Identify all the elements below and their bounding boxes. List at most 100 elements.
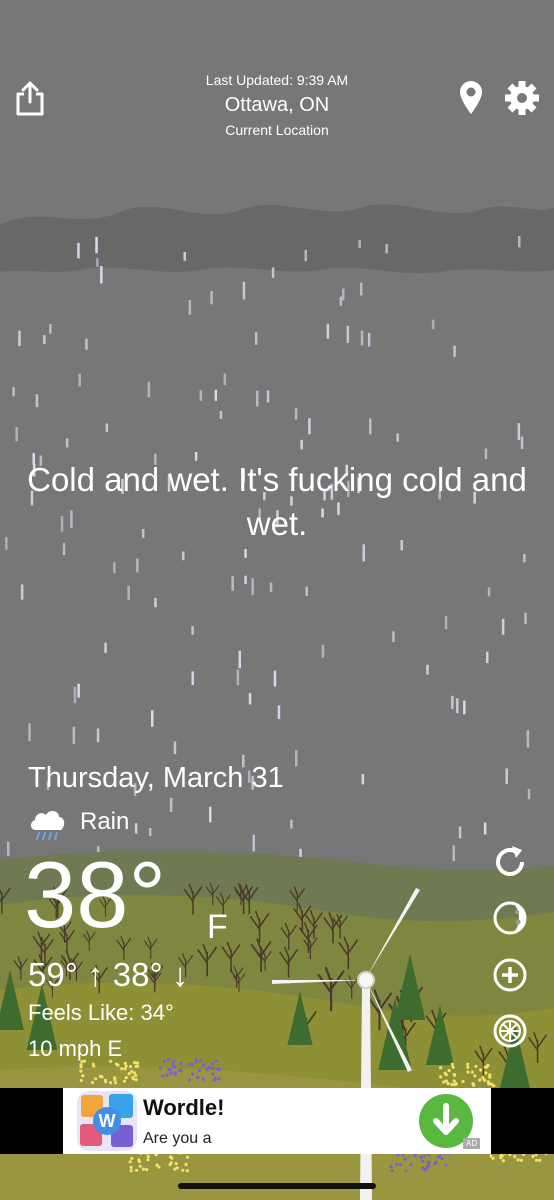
flower-dot [134, 1168, 139, 1172]
flower-dot [178, 1068, 182, 1072]
ad-subtitle: Are you a [143, 1130, 212, 1147]
flower-dot [135, 1061, 140, 1065]
flower-dot [198, 1058, 202, 1062]
rain-drop [15, 427, 18, 442]
rain-drop [151, 710, 154, 727]
flower-dot [217, 1067, 221, 1072]
rain-drop [271, 267, 275, 279]
flower-dot [167, 1058, 171, 1062]
rain-drop [28, 723, 31, 742]
flower-dot [452, 1073, 456, 1077]
rain-drop [223, 373, 227, 386]
flower-dot [395, 1162, 399, 1166]
rain-drop [358, 239, 361, 248]
date-label: Thursday, March 31 [28, 762, 284, 794]
rain-drop [219, 411, 223, 419]
flower-dot [141, 1167, 145, 1171]
rain-drop [360, 330, 364, 346]
flower-dot [184, 1162, 188, 1167]
rain-drop [273, 670, 277, 687]
flower-dot [489, 1154, 493, 1158]
temperature: 38° [24, 842, 167, 947]
refresh-icon[interactable] [492, 844, 528, 880]
rain-drop [182, 551, 185, 561]
rain-drop [463, 700, 466, 715]
temperature-unit[interactable]: F [207, 908, 228, 947]
rain-drop [444, 615, 448, 630]
flower-dot [214, 1059, 218, 1063]
wordle-app-icon: W [77, 1091, 137, 1151]
flower-dot [425, 1166, 429, 1170]
rain-drop [518, 236, 521, 248]
flower-dot [129, 1064, 133, 1069]
rain-drop [191, 625, 194, 635]
rain-drop [85, 338, 88, 350]
flower-dot [389, 1164, 393, 1169]
rain-drop [72, 726, 76, 744]
rain-drop [7, 841, 10, 856]
rain-drop [269, 582, 273, 592]
flower-dot [413, 1153, 417, 1158]
location-pin-icon[interactable] [458, 80, 484, 116]
flower-dot [123, 1061, 127, 1065]
flower-dot [197, 1068, 201, 1072]
settings-gear-icon[interactable] [504, 80, 540, 116]
flower-dot [446, 1082, 450, 1086]
flower-dot [90, 1080, 95, 1085]
location-subtitle: Current Location [225, 122, 329, 138]
flower-dot [447, 1068, 451, 1073]
moon-icon[interactable] [492, 900, 528, 936]
flower-dot [519, 1158, 524, 1162]
flower-dot [196, 1075, 200, 1079]
flower-dot [450, 1082, 454, 1087]
flower-dot [438, 1154, 442, 1158]
flower-dot [171, 1059, 175, 1063]
rain-drop [277, 705, 281, 720]
rain-drop [113, 562, 116, 574]
rain-drop [173, 741, 177, 755]
rain-drop [77, 242, 80, 259]
rain-drop [96, 258, 99, 267]
rain-drop [5, 537, 8, 550]
rain-drop [214, 389, 218, 401]
flower-dot [127, 1072, 131, 1076]
flower-dot [91, 1062, 95, 1066]
flower-dot [129, 1165, 133, 1169]
flower-dot [167, 1067, 171, 1072]
rain-drop [12, 387, 15, 397]
flower-dot [124, 1064, 128, 1068]
flower-dot [170, 1156, 174, 1160]
rain-drop [136, 558, 139, 573]
flower-dot [190, 1062, 195, 1067]
flower-dot [534, 1158, 539, 1162]
flower-dot [466, 1070, 470, 1074]
rain-drop [486, 651, 489, 664]
ad-container: W Wordle! Are you a AD [0, 1088, 554, 1154]
flower-dot [479, 1068, 483, 1072]
ad-badge: AD [463, 1138, 481, 1149]
rain-drop [346, 325, 350, 343]
wheel-icon[interactable] [492, 1013, 528, 1049]
flower-dot [201, 1063, 206, 1067]
rain-drop [321, 644, 325, 658]
flower-dot [155, 1163, 159, 1167]
flower-dot [426, 1163, 430, 1167]
flower-dot [181, 1168, 185, 1172]
ad-banner[interactable]: W Wordle! Are you a AD [63, 1088, 491, 1154]
rain-drop [95, 236, 98, 254]
add-icon[interactable] [492, 957, 528, 993]
rain-drop [254, 332, 258, 345]
flower-dot [450, 1062, 454, 1066]
flower-dot [94, 1077, 98, 1081]
rain-drop [266, 390, 270, 403]
flower-dot [484, 1071, 488, 1075]
flower-dot [104, 1080, 108, 1084]
rain-drop [147, 381, 151, 398]
home-indicator[interactable] [178, 1183, 376, 1189]
wind-speed: 10 mph E [28, 1036, 123, 1061]
flower-dot [474, 1064, 478, 1068]
flower-dot [213, 1076, 217, 1080]
rain-drop [451, 695, 454, 710]
flower-dot [185, 1169, 189, 1173]
rain-drop [304, 249, 307, 262]
